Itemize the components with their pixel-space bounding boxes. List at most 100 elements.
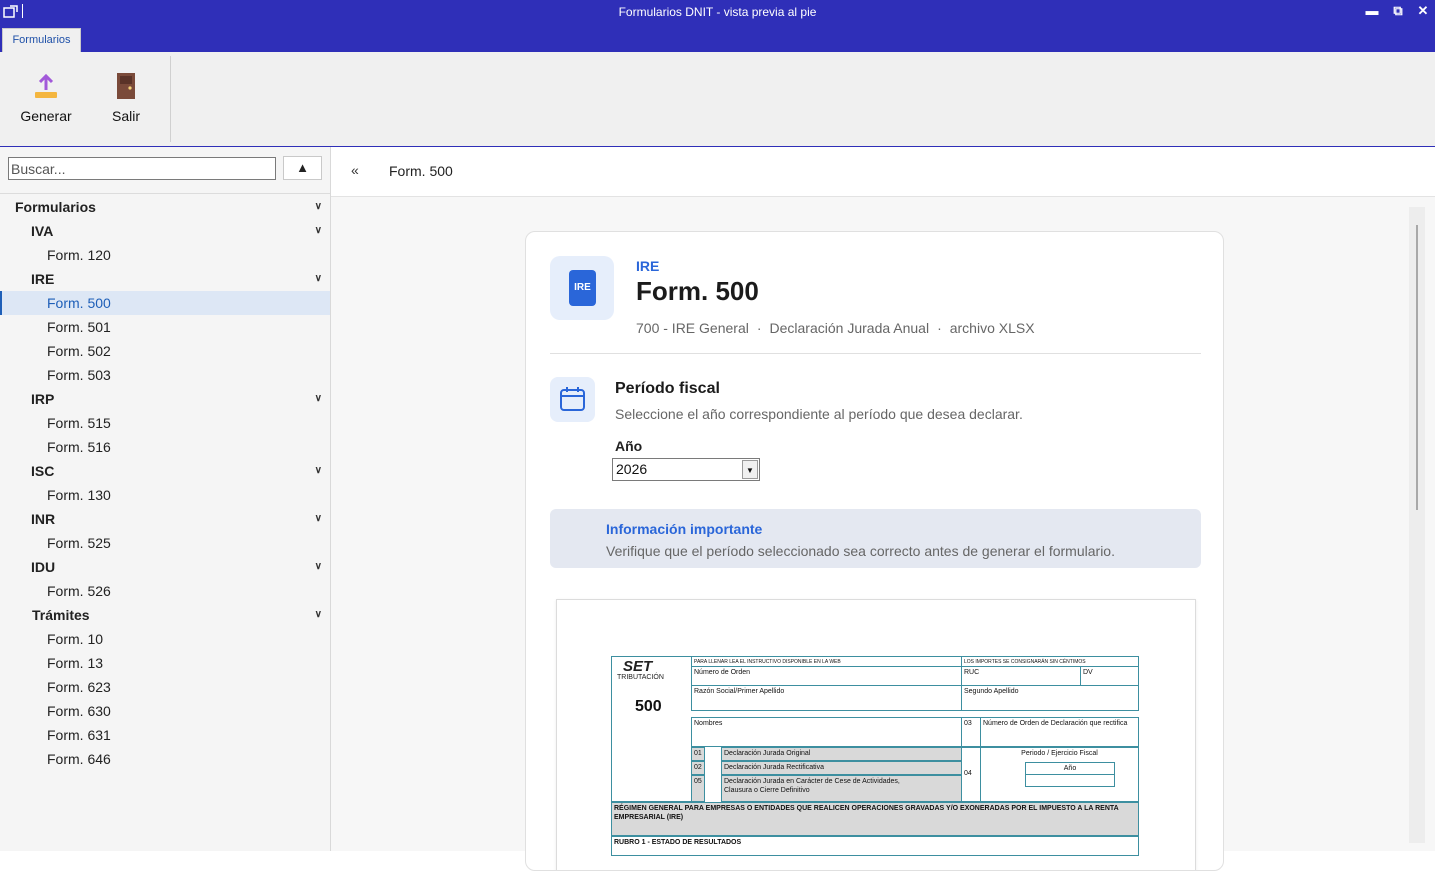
info-description: Verifique que el período seleccionado se…	[606, 543, 1115, 559]
chevron-down-icon[interactable]: ▼	[742, 460, 758, 479]
tree-item-selected[interactable]: Form. 500	[0, 291, 330, 315]
tree-item[interactable]: Form. 525	[0, 531, 330, 555]
chevron-down-icon[interactable]: ∨	[315, 459, 322, 483]
chevron-down-icon[interactable]: ∨	[315, 507, 322, 531]
preview-row-code: 05	[691, 775, 705, 802]
tree-group-inr[interactable]: INR ∨	[0, 507, 330, 531]
card-divider	[550, 353, 1201, 354]
calendar-icon	[560, 387, 585, 411]
form-meta-code: 700 - IRE General	[636, 320, 749, 336]
year-select-value: 2026	[616, 461, 648, 477]
preview-row-label: Declaración Jurada en Carácter de Cese d…	[721, 775, 962, 802]
preview-segundo-apellido: Segundo Apellido	[961, 685, 1139, 711]
preview-numero-orden-rect: Número de Orden de Declaración que recti…	[980, 717, 1139, 747]
sidebar: ▲ Formularios ∨ IVA ∨ Form. 120 IRE ∨ Fo…	[0, 147, 331, 851]
chevron-down-icon[interactable]: ∨	[315, 219, 322, 243]
breadcrumb: « Form. 500	[331, 147, 1435, 197]
back-button[interactable]: «	[351, 162, 359, 178]
tree-item[interactable]: Form. 630	[0, 699, 330, 723]
tree-group-label: IRP	[31, 391, 55, 407]
tree-group-label: Trámites	[32, 607, 90, 623]
salir-button[interactable]: Salir	[94, 70, 158, 134]
chevron-down-icon[interactable]: ∨	[315, 387, 322, 411]
preview-form-number: 500	[635, 698, 662, 715]
content-scrollbar[interactable]	[1409, 207, 1425, 843]
tree-group-label: IRE	[31, 271, 55, 287]
tab-formularios[interactable]: Formularios	[2, 28, 81, 52]
tree-item[interactable]: Form. 503	[0, 363, 330, 387]
chevron-down-icon[interactable]: ∨	[315, 267, 322, 291]
exit-door-icon	[117, 73, 135, 99]
preview-dv: DV	[1080, 666, 1139, 686]
year-select[interactable]: 2026 ▼	[612, 458, 760, 481]
period-description: Seleccione el año correspondiente al per…	[615, 406, 1023, 422]
preview-numero-orden: Número de Orden	[691, 666, 962, 686]
form-card: IRE IRE Form. 500 700 - IRE General · Decl…	[525, 231, 1224, 871]
tree-item[interactable]: Form. 120	[0, 243, 330, 267]
tree-group-label: ISC	[31, 463, 55, 479]
search-input[interactable]	[8, 157, 276, 180]
form-badge: IRE	[550, 256, 614, 320]
tree-item[interactable]: Form. 502	[0, 339, 330, 363]
form-meta-type: Declaración Jurada Anual	[769, 320, 930, 336]
preview-document: SET TRIBUTACIÓN 500 PARA LLENAR LEA EL I…	[611, 656, 1139, 856]
preview-logo: SET	[623, 658, 653, 675]
restore-icon[interactable]: ⧉	[1389, 3, 1407, 21]
form-preview: SET TRIBUTACIÓN 500 PARA LLENAR LEA EL I…	[556, 599, 1196, 870]
preview-regimen: RÉGIMEN GENERAL PARA EMPRESAS O ENTIDADE…	[611, 802, 1139, 836]
preview-code-03: 03	[961, 717, 981, 747]
form-tree: Formularios ∨ IVA ∨ Form. 120 IRE ∨ Form…	[0, 195, 330, 771]
tree-root-label: Formularios	[15, 199, 96, 215]
window-title: Formularios DNIT - vista previa al pie	[618, 5, 817, 19]
scrollbar-thumb[interactable]	[1416, 225, 1418, 510]
tree-group-ire[interactable]: IRE ∨	[0, 267, 330, 291]
tree-item[interactable]: Form. 516	[0, 435, 330, 459]
preview-razon-social: Razón Social/Primer Apellido	[691, 685, 962, 711]
tree-item[interactable]: Form. 646	[0, 747, 330, 771]
tree-item[interactable]: Form. 623	[0, 675, 330, 699]
chevron-down-icon[interactable]: ∨	[315, 195, 322, 219]
generar-button[interactable]: Generar	[14, 70, 78, 134]
preview-regimen-line1: RÉGIMEN GENERAL PARA EMPRESAS O ENTIDADE…	[614, 805, 1119, 812]
year-label: Año	[615, 438, 643, 454]
title-bar: Formularios DNIT - vista previa al pie ▬…	[0, 0, 1435, 27]
ribbon-group-separator	[170, 56, 171, 142]
tree-item[interactable]: Form. 13	[0, 651, 330, 675]
tree-group-idu[interactable]: IDU ∨	[0, 555, 330, 579]
preview-row-code: 02	[691, 761, 705, 775]
preview-row-label: Declaración Jurada Original	[721, 747, 962, 761]
ribbon-tab-strip: Formularios	[0, 27, 1435, 52]
preview-anio-box	[1025, 774, 1115, 787]
tree-group-isc[interactable]: ISC ∨	[0, 459, 330, 483]
calendar-icon-box	[550, 377, 595, 422]
tree-separator	[0, 193, 330, 194]
preview-code-04: 04	[961, 747, 981, 802]
chevron-down-icon[interactable]: ∨	[315, 555, 322, 579]
content-area: IRE IRE Form. 500 700 - IRE General · Decl…	[331, 197, 1435, 871]
tree-item[interactable]: Form. 10	[0, 627, 330, 651]
upload-icon	[35, 73, 57, 98]
salir-label: Salir	[111, 108, 140, 124]
collapse-button[interactable]: ▲	[283, 156, 322, 180]
tree-root-formularios[interactable]: Formularios ∨	[0, 195, 330, 219]
main-panel: « Form. 500 IRE IRE Form. 500 700 - IRE …	[331, 147, 1435, 871]
minimize-icon[interactable]: ▬	[1363, 3, 1381, 21]
tree-item[interactable]: Form. 515	[0, 411, 330, 435]
close-icon[interactable]: ✕	[1414, 3, 1432, 21]
tree-group-iva[interactable]: IVA ∨	[0, 219, 330, 243]
preview-ruc: RUC	[961, 666, 1081, 686]
meta-separator: ·	[937, 320, 942, 336]
tree-group-tramites[interactable]: Trámites ∨	[0, 603, 330, 627]
tree-item[interactable]: Form. 631	[0, 723, 330, 747]
period-title: Período fiscal	[615, 380, 720, 397]
tree-item[interactable]: Form. 526	[0, 579, 330, 603]
tree-group-irp[interactable]: IRP ∨	[0, 387, 330, 411]
tree-item[interactable]: Form. 130	[0, 483, 330, 507]
info-box: Información importante Verifique que el …	[550, 509, 1201, 568]
form-category: IRE	[636, 258, 660, 274]
chevron-down-icon[interactable]: ∨	[315, 603, 322, 627]
tree-item[interactable]: Form. 501	[0, 315, 330, 339]
breadcrumb-current: Form. 500	[389, 163, 453, 179]
info-title: Información importante	[606, 521, 763, 537]
preview-logo-sub: TRIBUTACIÓN	[617, 674, 664, 681]
